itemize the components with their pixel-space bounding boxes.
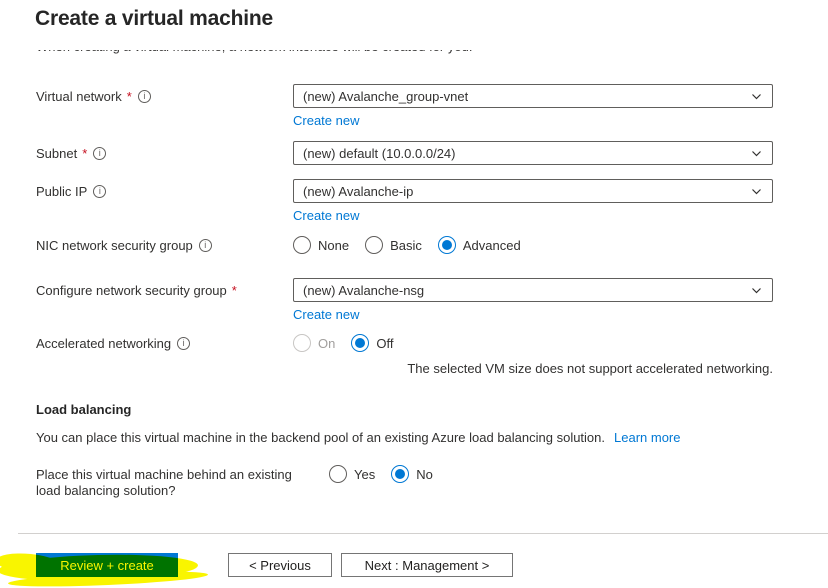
configure-nsg-row: Configure network security group * (new) … — [36, 278, 773, 322]
nic-nsg-label: NIC network security group i — [36, 236, 293, 254]
radio-basic[interactable]: Basic — [365, 236, 422, 254]
radio-circle-checked — [437, 236, 456, 254]
configure-nsg-dropdown[interactable]: (new) Avalanche-nsg — [293, 278, 773, 302]
learn-more-link[interactable]: Learn more — [614, 430, 680, 445]
radio-on: On — [293, 334, 335, 352]
load-balancing-question-label: Place this virtual machine behind an exi… — [36, 467, 292, 498]
radio-no[interactable]: No — [391, 465, 433, 483]
accelerated-networking-radio-group: On Off — [293, 334, 773, 352]
chevron-down-icon — [752, 93, 761, 99]
required-mark: * — [126, 88, 132, 104]
load-balancing-description: You can place this virtual machine in th… — [36, 430, 681, 445]
virtual-network-row: Virtual network * i (new) Avalanche_group… — [36, 84, 773, 128]
info-icon[interactable]: i — [177, 336, 191, 350]
subnet-row: Subnet * i (new) default (10.0.0.0/24) — [36, 141, 773, 165]
public-ip-dropdown[interactable]: (new) Avalanche-ip — [293, 179, 773, 203]
radio-circle — [329, 465, 347, 483]
virtual-network-label: Virtual network * i — [36, 84, 293, 108]
radio-circle — [365, 236, 384, 254]
accelerated-networking-row: Accelerated networking i On Off The sele… — [36, 334, 773, 376]
nic-nsg-radio-group: None Basic Advanced — [293, 236, 773, 254]
subnet-dropdown[interactable]: (new) default (10.0.0.0/24) — [293, 141, 773, 165]
virtual-network-dropdown[interactable]: (new) Avalanche_group-vnet — [293, 84, 773, 108]
page-title: Create a virtual machine — [35, 7, 273, 30]
load-balancing-radio-group: Yes No — [329, 465, 776, 483]
create-new-public-ip-link[interactable]: Create new — [293, 208, 359, 223]
radio-circle-disabled — [293, 334, 311, 352]
chevron-down-icon — [752, 150, 761, 156]
create-new-vnet-link[interactable]: Create new — [293, 113, 359, 128]
info-icon[interactable]: i — [93, 184, 107, 198]
subnet-label: Subnet * i — [36, 141, 293, 165]
review-create-button[interactable]: Review + create — [36, 553, 178, 577]
create-new-nsg-link[interactable]: Create new — [293, 307, 359, 322]
public-ip-label: Public IP i — [36, 179, 293, 203]
radio-off[interactable]: Off — [351, 334, 393, 352]
public-ip-row: Public IP i (new) Avalanche-ip Create ne… — [36, 179, 773, 223]
nic-nsg-row: NIC network security group i None Basic … — [36, 236, 773, 254]
load-balancing-heading: Load balancing — [36, 402, 132, 417]
radio-circle — [293, 236, 311, 254]
required-mark: * — [82, 145, 88, 161]
clipped-text-line: When creating a virtual machine, a netwo… — [36, 50, 756, 55]
radio-advanced[interactable]: Advanced — [437, 236, 521, 254]
accelerated-networking-label: Accelerated networking i — [36, 334, 293, 352]
radio-circle-checked — [351, 334, 370, 352]
previous-button[interactable]: < Previous — [228, 553, 332, 577]
load-balancing-question-row: Place this virtual machine behind an exi… — [36, 465, 776, 499]
radio-none[interactable]: None — [293, 236, 349, 254]
radio-circle-checked — [391, 465, 410, 483]
radio-yes[interactable]: Yes — [329, 465, 375, 483]
chevron-down-icon — [752, 287, 761, 293]
info-icon[interactable]: i — [137, 89, 151, 103]
configure-nsg-label: Configure network security group * — [36, 282, 237, 298]
info-icon[interactable]: i — [198, 238, 212, 252]
accelerated-networking-note: The selected VM size does not support ac… — [407, 361, 773, 376]
chevron-down-icon — [752, 188, 761, 194]
footer-divider — [18, 533, 828, 534]
info-icon[interactable]: i — [93, 146, 107, 160]
required-mark: * — [231, 282, 237, 298]
next-management-button[interactable]: Next : Management > — [341, 553, 513, 577]
